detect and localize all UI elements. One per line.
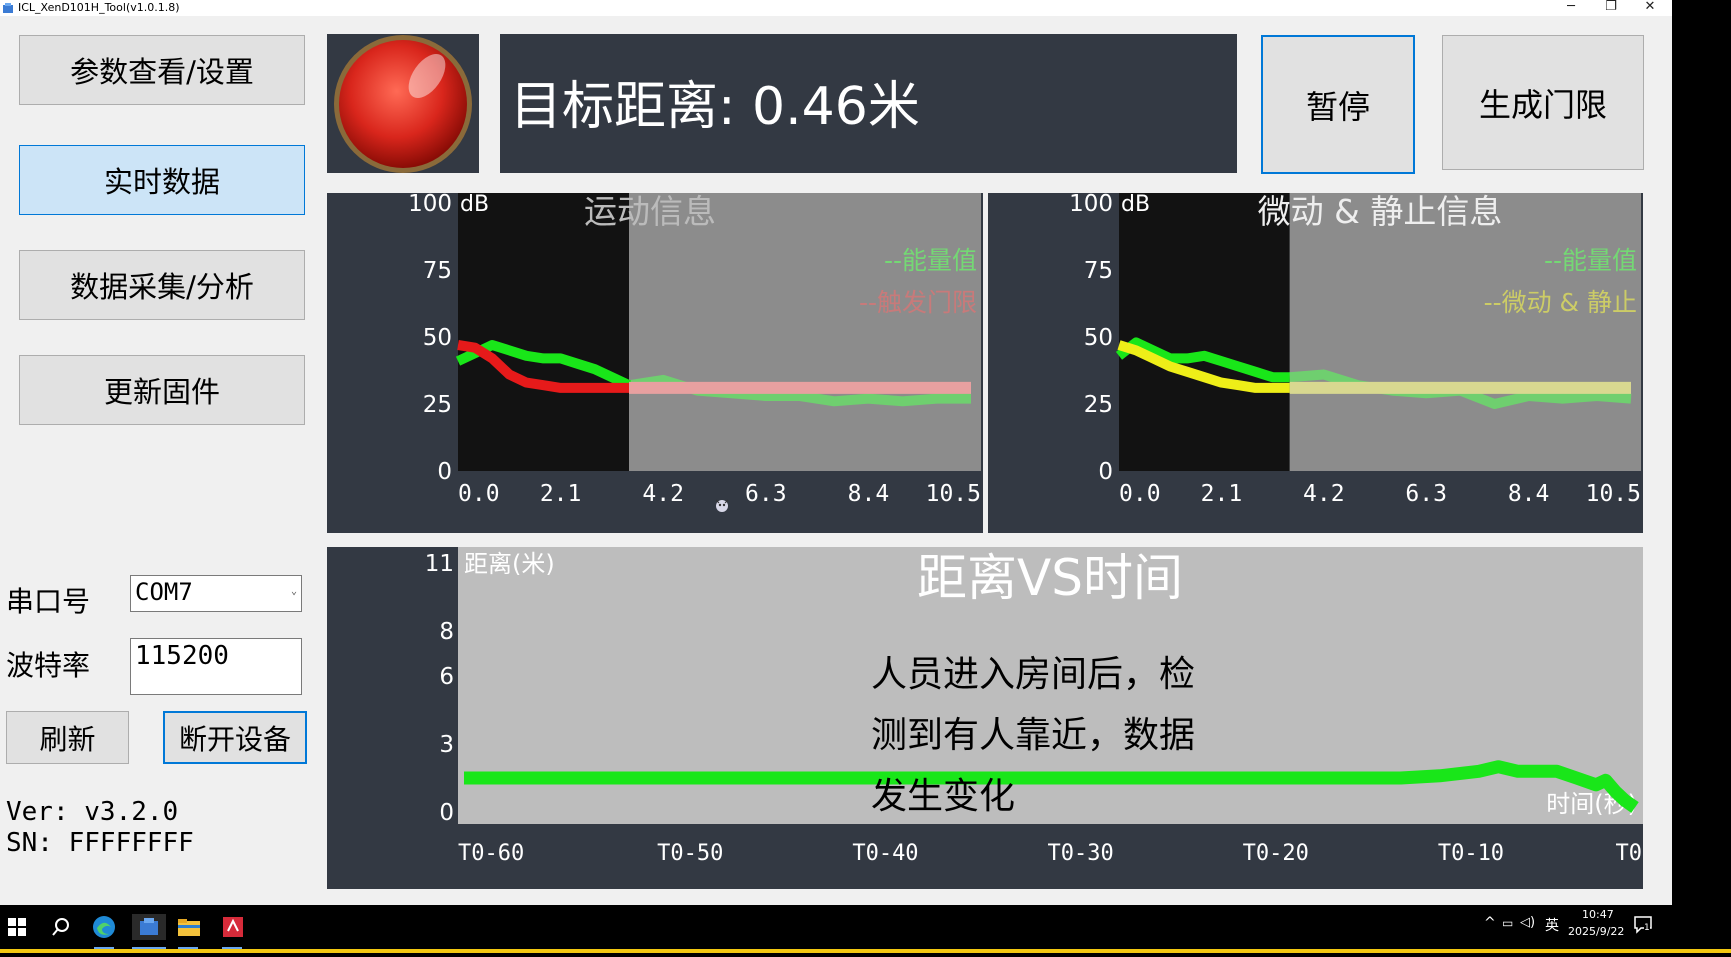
network-icon[interactable]: ▭ <box>1502 916 1513 930</box>
x-tick-label: 6.3 <box>1405 481 1447 507</box>
pdf-app-icon[interactable] <box>220 914 246 940</box>
x-tick-label: T0-10 <box>1438 841 1504 866</box>
status-light-icon <box>334 35 472 173</box>
serial-port-value: COM7 <box>135 578 193 606</box>
legend-energy: --能量值 <box>1544 246 1637 275</box>
notification-count: 1 <box>1644 923 1650 933</box>
annotation-line: 人员进入房间后，检 <box>871 654 1196 695</box>
status-panel <box>327 34 479 173</box>
x-tick-label: 0.0 <box>1119 481 1161 507</box>
legend-threshold: --触发门限 <box>859 288 977 317</box>
realtime-data-button[interactable]: 实时数据 <box>19 145 305 215</box>
y-tick-label: 25 <box>423 392 452 418</box>
serial-port-label: 串口号 <box>6 585 91 618</box>
window-title: ICL_XenD101H_Tool(v1.0.1.8) <box>18 1 180 14</box>
annotation-line: 测到有人靠近，数据 <box>871 715 1196 756</box>
motion-chart: 100 75 50 25 0 dB 0.0 2.1 4.2 6.3 8.4 10.5 运动信息 --能量值… <box>408 191 981 507</box>
x-tick-label: T0-60 <box>458 841 524 866</box>
plot-far-region <box>1289 193 1641 471</box>
x-tick-label: 4.2 <box>642 481 684 507</box>
y-tick-label: 11 <box>425 551 454 577</box>
baud-rate-label: 波特率 <box>6 649 91 682</box>
x-tick-label: T0-40 <box>852 841 918 866</box>
y-tick-label: 6 <box>439 664 454 690</box>
pause-button[interactable]: 暂停 <box>1261 35 1415 174</box>
y-tick-label: 50 <box>423 325 452 351</box>
clock-time[interactable]: 10:47 <box>1582 908 1614 921</box>
generate-gate-button[interactable]: 生成门限 <box>1442 35 1644 170</box>
progress-line <box>0 949 1731 953</box>
motion-chart-panel: 100 75 50 25 0 dB 0.0 2.1 4.2 6.3 8.4 10.5 运动信息 --能量值… <box>327 191 983 533</box>
chevron-down-icon: ⌄ <box>290 586 297 597</box>
plot-near-region <box>458 193 629 471</box>
refresh-button[interactable]: 刷新 <box>6 711 129 764</box>
y-tick-label: 0 <box>439 800 454 826</box>
y-axis-unit: dB <box>460 193 489 217</box>
x-tick-label: 8.4 <box>1508 481 1550 507</box>
file-explorer-icon[interactable] <box>176 914 202 940</box>
x-tick-label: 8.4 <box>848 481 890 507</box>
y-tick-label: 8 <box>439 619 454 645</box>
notification-icon[interactable]: 1 <box>1633 914 1653 934</box>
title-bar: ICL_XenD101H_Tool(v1.0.1.8) ─ ❐ ✕ <box>0 0 1672 16</box>
cursor-pet-icon <box>712 494 732 514</box>
plot-far-region <box>629 193 981 471</box>
restore-button[interactable]: ❐ <box>1596 0 1626 14</box>
annotation-line: 发生变化 <box>871 776 1016 817</box>
close-button[interactable]: ✕ <box>1635 0 1665 14</box>
x-tick-label: T0 <box>1616 841 1643 866</box>
volume-icon[interactable]: ◁) <box>1520 915 1535 930</box>
version-text: Ver: v3.2.0 <box>6 797 179 827</box>
y-axis-unit: dB <box>1121 193 1150 217</box>
windows-start-icon[interactable] <box>4 914 30 940</box>
ime-indicator[interactable]: 英 <box>1545 915 1559 935</box>
static-chart: 100 75 50 25 0 dB 0.0 2.1 4.2 6.3 8.4 10.5 微动 & 静止信息… <box>1069 191 1641 507</box>
y-tick-label: 100 <box>408 193 452 217</box>
x-tick-label: T0-30 <box>1048 841 1114 866</box>
x-tick-label: 2.1 <box>1201 481 1243 507</box>
x-tick-label: 2.1 <box>540 481 582 507</box>
x-tick-label: 10.5 <box>926 481 981 507</box>
x-tick-label: T0-20 <box>1243 841 1309 866</box>
y-tick-label: 25 <box>1084 392 1113 418</box>
tray-chevron-icon[interactable]: ^ <box>1484 915 1496 931</box>
x-tick-label: 4.2 <box>1303 481 1345 507</box>
sn-text: SN: FFFFFFFF <box>6 828 194 858</box>
y-tick-label: 50 <box>1084 325 1113 351</box>
y-tick-label: 100 <box>1069 193 1113 217</box>
clock-date[interactable]: 2025/9/22 <box>1568 925 1624 938</box>
taskbar: ^ ▭ ◁) 英 10:47 2025/9/22 1 <box>0 905 1731 949</box>
target-distance-text: 目标距离: 0.46米 <box>510 77 920 137</box>
y-axis-label: 距离(米) <box>464 550 555 578</box>
chart-title: 微动 & 静止信息 <box>1258 193 1503 231</box>
legend-energy: --能量值 <box>884 246 977 275</box>
y-tick-label: 0 <box>1098 459 1113 485</box>
x-tick-label: T0-50 <box>657 841 723 866</box>
y-tick-label: 75 <box>423 258 452 284</box>
serial-port-select[interactable]: COM7 ⌄ <box>130 575 302 612</box>
chart-title: 距离VS时间 <box>917 549 1183 607</box>
x-tick-label: 6.3 <box>745 481 787 507</box>
search-icon[interactable] <box>48 914 74 940</box>
app-window: ICL_XenD101H_Tool(v1.0.1.8) ─ ❐ ✕ 参数查看/设… <box>0 0 1672 905</box>
edge-browser-icon[interactable] <box>91 914 117 940</box>
static-chart-panel: 100 75 50 25 0 dB 0.0 2.1 4.2 6.3 8.4 10.5 微动 & 静止信息… <box>988 191 1643 533</box>
update-firmware-button[interactable]: 更新固件 <box>19 355 305 425</box>
y-tick-label: 75 <box>1084 258 1113 284</box>
app-icon <box>3 3 13 13</box>
x-tick-label: 0.0 <box>458 481 500 507</box>
disconnect-button[interactable]: 断开设备 <box>163 711 307 764</box>
minimize-button[interactable]: ─ <box>1556 0 1586 14</box>
params-button[interactable]: 参数查看/设置 <box>19 35 305 105</box>
chart-title: 运动信息 <box>584 193 716 231</box>
legend-threshold: --微动 & 静止 <box>1484 288 1637 317</box>
annotation-text: 人员进入房间后，检 测到有人靠近，数据 发生变化 <box>871 644 1195 827</box>
x-tick-label: 10.5 <box>1586 481 1641 507</box>
plot-near-region <box>1119 193 1290 471</box>
y-tick-label: 3 <box>439 732 454 758</box>
y-tick-label: 0 <box>437 459 452 485</box>
app-taskbar-icon[interactable] <box>132 914 166 940</box>
data-collect-button[interactable]: 数据采集/分析 <box>19 250 305 320</box>
baud-rate-input[interactable]: 115200 <box>130 638 302 695</box>
